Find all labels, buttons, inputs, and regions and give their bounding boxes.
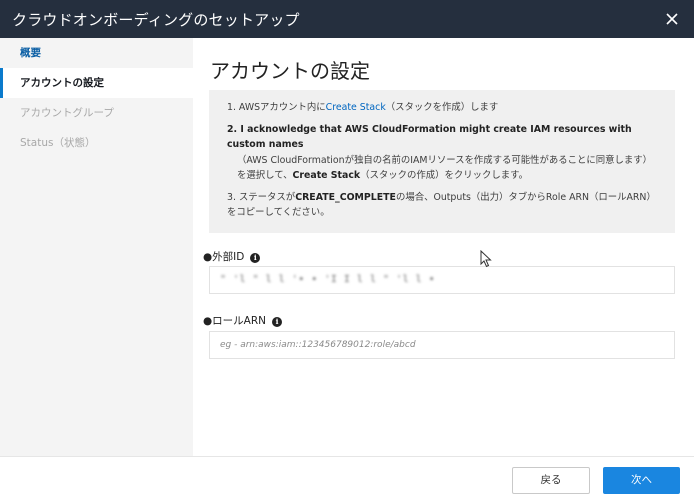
role-arn-label-text: ●ロールARN bbox=[203, 315, 266, 327]
step-2: 2. I acknowledge that AWS CloudFormation… bbox=[227, 122, 661, 184]
step-3: 3. ステータスがCREATE_COMPLETEの場合、Outputs（出力）タ… bbox=[227, 190, 661, 221]
sidebar-item-overview[interactable]: 概要 bbox=[0, 38, 193, 68]
page-title: アカウントの設定 bbox=[210, 59, 370, 83]
create-stack-link[interactable]: Create Stack bbox=[326, 102, 386, 113]
sidebar-item-account-settings[interactable]: アカウントの設定 bbox=[0, 68, 193, 98]
info-icon[interactable]: i bbox=[250, 253, 261, 263]
external-id-label: ●外部ID i bbox=[203, 249, 261, 264]
back-button[interactable]: 戻る bbox=[512, 467, 590, 494]
step-2-bold: 2. I acknowledge that AWS CloudFormation… bbox=[227, 123, 632, 151]
step-1-suffix: （スタックを作成）します bbox=[385, 102, 499, 113]
wizard-sidebar: 概要 アカウントの設定 アカウントグループ Status（状態） bbox=[0, 38, 193, 456]
instructions-panel: 1. AWSアカウント内にCreate Stack（スタックを作成）します 2.… bbox=[209, 90, 675, 233]
step-3-text: 3. ステータスが bbox=[227, 191, 296, 203]
title-bar: クラウドオンボーディングのセットアップ bbox=[0, 0, 694, 38]
external-id-value: " 'l " l l '• • 'I I l l " 'l l • bbox=[220, 274, 436, 285]
sidebar-item-account-groups: アカウントグループ bbox=[20, 107, 114, 119]
step-2-create-stack: Create Stack bbox=[292, 170, 361, 181]
external-id-label-text: ●外部ID bbox=[203, 251, 245, 263]
role-arn-label: ●ロールARN i bbox=[203, 313, 282, 328]
role-arn-input[interactable]: eg - arn:aws:iam::123456789012:role/abcd bbox=[209, 331, 675, 359]
next-button[interactable]: 次へ bbox=[603, 467, 680, 494]
info-icon[interactable]: i bbox=[272, 317, 282, 327]
main-content: アカウントの設定 1. AWSアカウント内にCreate Stack（スタックを… bbox=[193, 38, 694, 456]
step-2-suffix: （スタックの作成）をクリックします。 bbox=[360, 170, 528, 181]
close-icon[interactable] bbox=[662, 9, 682, 29]
step-1-text: 1. AWSアカウント内に bbox=[227, 102, 326, 113]
window-title: クラウドオンボーディングのセットアップ bbox=[12, 11, 300, 29]
external-id-field[interactable]: " 'l " l l '• • 'I I l l " 'l l • bbox=[209, 266, 675, 294]
mouse-cursor-icon bbox=[480, 249, 492, 268]
step-1: 1. AWSアカウント内にCreate Stack（スタックを作成）します bbox=[227, 100, 661, 116]
sidebar-item-status: Status（状態） bbox=[20, 137, 96, 149]
wizard-footer: 戻る 次へ bbox=[0, 456, 694, 500]
step-3-status: CREATE_COMPLETE bbox=[295, 191, 396, 203]
